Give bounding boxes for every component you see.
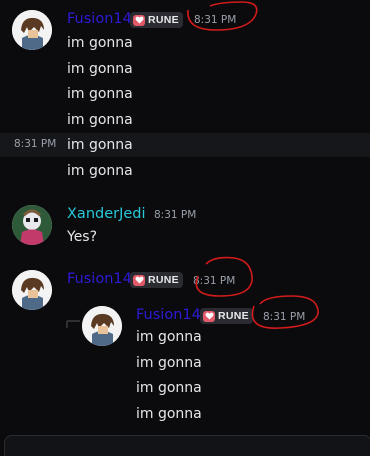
message-text: im gonna: [67, 61, 133, 77]
badge-label: RUNE: [148, 274, 179, 286]
avatar-fusion14[interactable]: [12, 270, 52, 310]
avatar-fusion14[interactable]: [12, 10, 52, 50]
message-text: im gonna: [136, 406, 202, 422]
message-text: im gonna: [67, 86, 133, 102]
message-text: Yes?: [67, 229, 98, 245]
rune-badge[interactable]: RUNE: [130, 12, 183, 28]
chat-log: 8:31 PM Fusion14 RUNE 8:31 PM im gonna i…: [0, 0, 370, 456]
avatar-xanderjedi[interactable]: [12, 205, 52, 245]
reply-connector: [66, 320, 80, 328]
avatar-fusion14[interactable]: [82, 306, 122, 346]
message-text: im gonna: [136, 329, 202, 345]
heart-icon: [133, 14, 145, 26]
heart-icon: [203, 310, 215, 322]
badge-label: RUNE: [218, 310, 249, 322]
username-xanderjedi[interactable]: XanderJedi: [67, 206, 146, 222]
message-text: im gonna: [136, 380, 202, 396]
message-timestamp[interactable]: 8:31 PM: [263, 311, 305, 323]
hover-timestamp: 8:31 PM: [14, 138, 57, 150]
username-fusion14[interactable]: Fusion14: [67, 11, 132, 27]
message-timestamp[interactable]: 8:31 PM: [193, 275, 235, 287]
badge-label: RUNE: [148, 14, 179, 26]
username-fusion14[interactable]: Fusion14: [67, 271, 132, 287]
message-text: im gonna: [67, 112, 133, 128]
message-text: im gonna: [67, 163, 133, 179]
username-fusion14[interactable]: Fusion14: [136, 307, 201, 323]
message-timestamp[interactable]: 8:31 PM: [194, 14, 236, 26]
rune-badge[interactable]: RUNE: [130, 272, 183, 288]
message-text: im gonna: [136, 355, 202, 371]
message-text: im gonna: [67, 35, 133, 51]
message-text: im gonna: [67, 137, 133, 153]
heart-icon: [133, 274, 145, 286]
rune-badge[interactable]: RUNE: [200, 308, 253, 324]
message-timestamp[interactable]: 8:31 PM: [154, 209, 196, 221]
